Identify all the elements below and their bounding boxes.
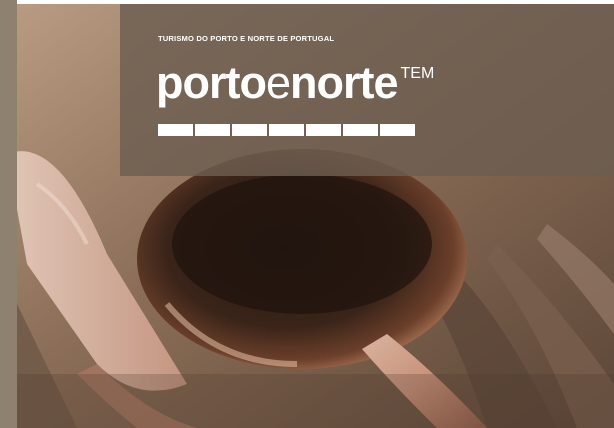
porto-e-norte-logo: portoenorte TEM [156,60,434,105]
logo-suffix-tem: TEM [400,65,435,82]
left-color-strip [0,0,17,428]
segment [306,124,341,136]
logo-segment-bar [158,124,415,136]
segment [269,124,304,136]
segment [380,124,415,136]
tagline: TURISMO DO PORTO E NORTE DE PORTUGAL [158,34,335,43]
brand-overlay-panel: TURISMO DO PORTO E NORTE DE PORTUGAL por… [120,4,614,176]
logo-word-porto: porto [156,57,267,108]
segment [158,124,193,136]
segment [232,124,267,136]
segment [343,124,378,136]
segment [195,124,230,136]
logo-letter-e: e [265,57,291,108]
page: TURISMO DO PORTO E NORTE DE PORTUGAL por… [0,0,614,428]
logo-word-norte: norte [290,57,398,108]
